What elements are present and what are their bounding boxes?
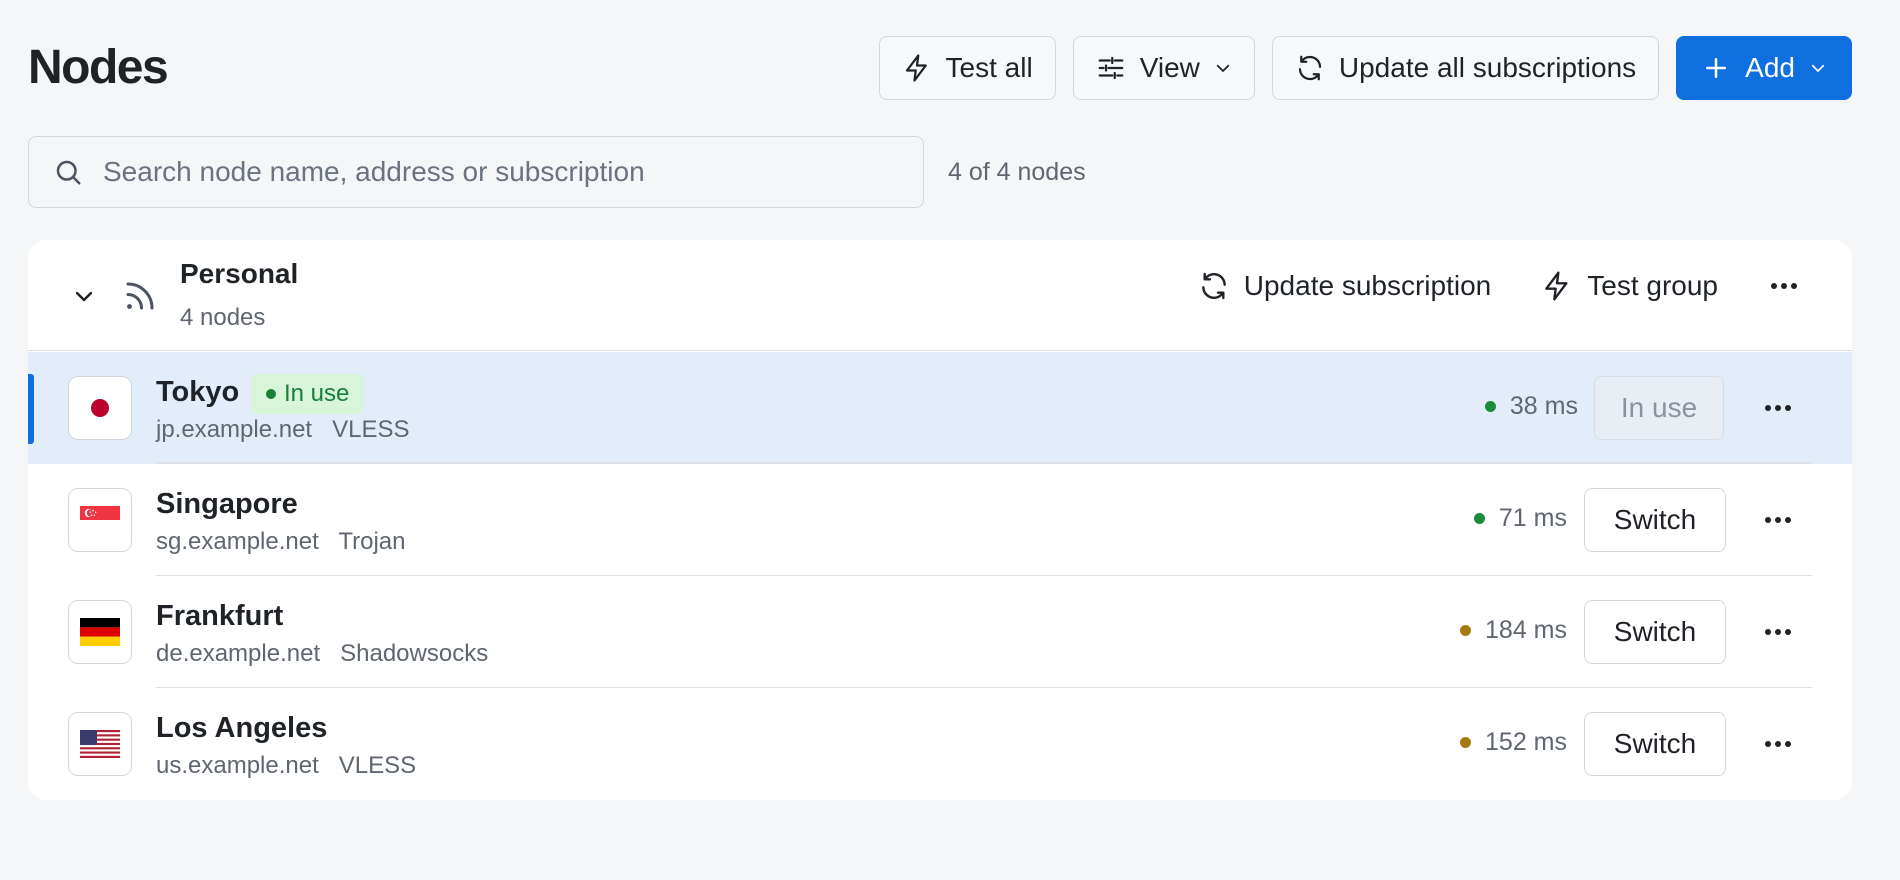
usa-flag-icon (68, 712, 132, 776)
node-more-button[interactable] (1762, 504, 1794, 536)
latency-dot (1460, 737, 1472, 748)
germany-flag-icon (68, 600, 132, 664)
node-row-los-angeles[interactable]: Los Angeles us.example.net VLESS 152 ms … (28, 688, 1852, 800)
search-box[interactable] (28, 136, 924, 208)
latency: 38 ms (1484, 392, 1578, 421)
node-more-button[interactable] (1762, 616, 1794, 648)
group-header: Personal 4 nodes Update subscription Tes… (28, 240, 1852, 351)
latency-dot (1473, 513, 1485, 524)
refresh-icon (1201, 272, 1226, 300)
node-row-frankfurt[interactable]: Frankfurt de.example.net Shadowsocks 184… (28, 576, 1852, 688)
switch-button[interactable]: Switch (1584, 712, 1726, 776)
view-label: View (1139, 52, 1200, 83)
node-name: Singapore (156, 488, 298, 520)
chevron-down-icon[interactable] (72, 284, 96, 308)
add-button[interactable]: Add (1676, 36, 1852, 100)
update-subscription-button[interactable]: Update subscription (1198, 270, 1491, 302)
node-name: Tokyo (156, 376, 240, 408)
test-group-button[interactable]: Test group (1541, 270, 1718, 302)
node-count: 4 of 4 nodes (948, 158, 1086, 186)
node-name: Los Angeles (156, 712, 328, 744)
node-more-button[interactable] (1762, 728, 1794, 760)
group-actions: Update subscription Test group (1198, 270, 1800, 302)
node-address-protocol: us.example.net VLESS (156, 752, 417, 779)
group-name: Personal (180, 258, 299, 289)
latency: 71 ms (1473, 504, 1567, 533)
badge-label: In use (284, 380, 350, 407)
node-name: Frankfurt (156, 600, 284, 632)
latency-dot (1460, 625, 1472, 636)
node-row-tokyo[interactable]: Tokyo In use jp.example.net VLESS 38 ms … (28, 352, 1852, 464)
test-all-button[interactable]: Test all (878, 36, 1056, 100)
latency-value: 71 ms (1498, 504, 1567, 532)
latency-value: 38 ms (1509, 392, 1578, 420)
japan-flag-icon (68, 376, 132, 440)
page-title: Nodes (28, 41, 169, 94)
chevron-down-icon (1216, 64, 1230, 72)
latency-value: 184 ms (1485, 616, 1567, 644)
group-more-button[interactable] (1768, 270, 1800, 302)
update-subscription-label: Update subscription (1243, 270, 1492, 301)
refresh-icon (1298, 55, 1322, 81)
view-button[interactable]: View (1072, 36, 1255, 100)
singapore-flag-icon (68, 488, 132, 552)
more-horizontal-icon (1765, 741, 1791, 747)
node-more-button[interactable] (1762, 392, 1794, 424)
test-group-label: Test group (1587, 270, 1718, 301)
plus-icon (1706, 58, 1727, 78)
status-dot (266, 389, 276, 399)
latency-value: 152 ms (1485, 728, 1567, 756)
node-address-protocol: jp.example.net VLESS (156, 416, 410, 443)
in-use-button: In use (1594, 376, 1724, 440)
subscription-group-card: Personal 4 nodes Update subscription Tes… (28, 240, 1852, 800)
sliders-icon (1098, 56, 1124, 80)
switch-button[interactable]: Switch (1584, 600, 1726, 664)
latency: 152 ms (1460, 728, 1567, 757)
more-horizontal-icon (1765, 517, 1791, 523)
node-address-protocol: sg.example.net Trojan (156, 528, 406, 555)
node-row-singapore[interactable]: Singapore sg.example.net Trojan 71 ms Sw… (28, 464, 1852, 576)
in-use-badge: In use (252, 374, 364, 414)
node-address-protocol: de.example.net Shadowsocks (156, 640, 489, 667)
switch-button[interactable]: Switch (1584, 488, 1726, 552)
more-horizontal-icon (1765, 629, 1791, 635)
group-node-count: 4 nodes (180, 304, 266, 331)
add-label: Add (1745, 52, 1795, 83)
latency-dot (1484, 401, 1496, 412)
lightning-icon (1545, 271, 1568, 301)
more-horizontal-icon (1771, 283, 1797, 289)
latency: 184 ms (1460, 616, 1567, 645)
page-header: Nodes Test all View Update all subscript… (0, 0, 1900, 120)
search-input[interactable] (103, 156, 899, 188)
search-icon (56, 160, 81, 185)
active-indicator (28, 374, 34, 444)
toolbar: Test all View Update all subscriptions A… (878, 36, 1852, 100)
update-all-label: Update all subscriptions (1338, 52, 1637, 83)
chevron-down-icon (1811, 64, 1825, 72)
rss-feed-icon (126, 282, 154, 310)
test-all-label: Test all (945, 52, 1033, 83)
update-all-subscriptions-button[interactable]: Update all subscriptions (1271, 36, 1660, 100)
more-horizontal-icon (1765, 405, 1791, 411)
lightning-icon (905, 54, 927, 82)
